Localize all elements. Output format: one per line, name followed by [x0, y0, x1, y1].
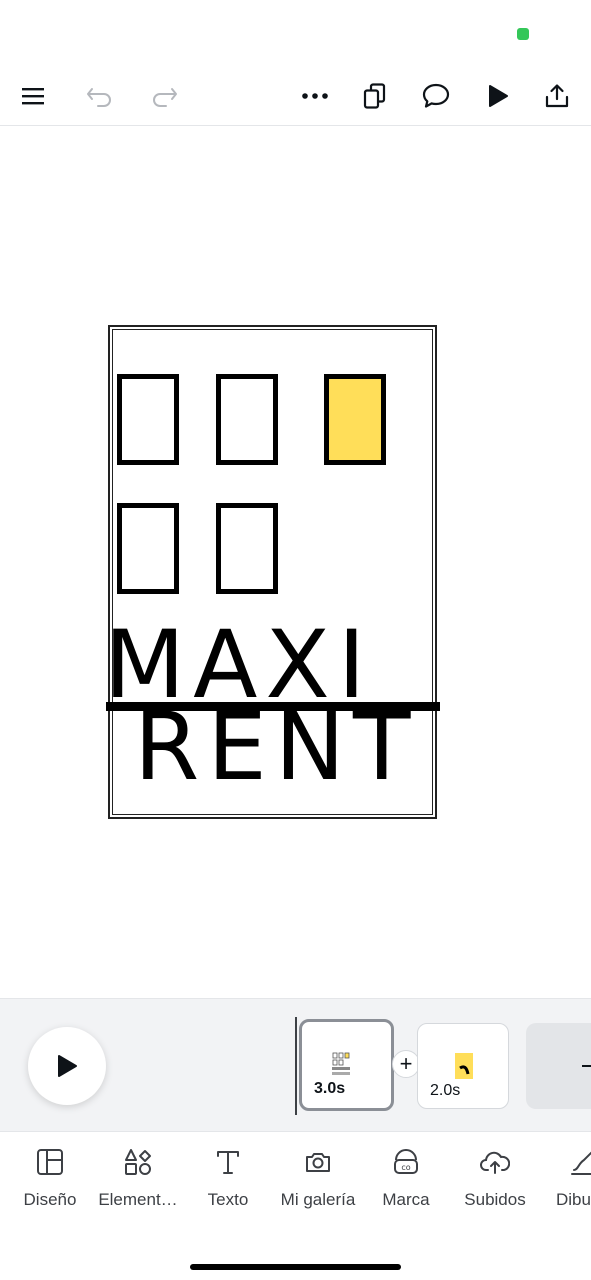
elements-icon	[125, 1149, 151, 1175]
timeline-clip-1[interactable]: 3.0s	[299, 1019, 394, 1111]
nav-item-mi-galeria[interactable]: Mi galería	[276, 1148, 360, 1220]
add-clip-label: +	[399, 1051, 413, 1076]
nav-label: Dibu	[556, 1190, 591, 1209]
timeline-playhead[interactable]	[295, 1017, 297, 1115]
svg-text:co: co	[401, 1163, 410, 1172]
building-window[interactable]	[216, 503, 278, 594]
pages-duplicate-icon[interactable]	[353, 74, 397, 118]
building-window[interactable]	[117, 374, 179, 465]
more-options-icon[interactable]	[293, 74, 337, 118]
nav-item-marca[interactable]: co Marca	[376, 1148, 436, 1220]
building-window[interactable]	[216, 374, 278, 465]
nav-label: Subidos	[464, 1190, 526, 1209]
design-page[interactable]: MAXI RENT	[104, 325, 440, 819]
nav-item-subidos[interactable]: Subidos	[460, 1148, 530, 1220]
comment-icon[interactable]	[414, 74, 458, 118]
nav-label: Marca	[382, 1190, 430, 1209]
clip-thumbnail	[332, 1052, 350, 1075]
redo-icon[interactable]	[142, 74, 186, 118]
bottom-nav: Diseño Element… Texto Mi galería co Marc…	[0, 1131, 591, 1280]
nav-label: Texto	[207, 1190, 249, 1209]
plus-icon	[582, 1065, 591, 1067]
share-icon[interactable]	[535, 74, 579, 118]
nav-label: Element…	[98, 1190, 178, 1209]
battery-indicator-icon	[517, 28, 529, 40]
building-window-lit[interactable]	[324, 374, 386, 465]
play-icon[interactable]	[476, 74, 520, 118]
nav-label: Mi galería	[280, 1190, 356, 1209]
nav-item-elementos[interactable]: Element…	[95, 1148, 181, 1220]
editor-toolbar	[0, 64, 591, 126]
add-page-tile[interactable]	[526, 1023, 591, 1109]
nav-item-dibujo[interactable]: Dibu	[556, 1148, 591, 1220]
status-bar	[0, 0, 591, 64]
building-window[interactable]	[117, 503, 179, 594]
clip-duration: 3.0s	[314, 1080, 346, 1097]
clip-duration: 2.0s	[430, 1082, 461, 1099]
design-canvas[interactable]: MAXI RENT	[0, 127, 591, 997]
play-icon	[58, 1055, 77, 1077]
hamburger-menu-icon[interactable]	[11, 74, 55, 118]
text-icon	[217, 1151, 239, 1174]
undo-icon[interactable]	[78, 74, 122, 118]
nav-item-texto[interactable]: Texto	[198, 1148, 258, 1220]
clip-thumbnail	[455, 1053, 473, 1079]
nav-label: Diseño	[23, 1190, 77, 1209]
nav-item-diseno[interactable]: Diseño	[20, 1148, 80, 1220]
home-indicator	[190, 1264, 401, 1270]
timeline-play-button[interactable]	[28, 1027, 106, 1105]
brand-text-rent[interactable]: RENT	[134, 701, 434, 795]
timeline-panel: 3.0s + 2.0s	[0, 998, 591, 1131]
brand-icon: co	[394, 1149, 418, 1174]
layout-icon	[37, 1149, 63, 1175]
camera-icon	[306, 1153, 330, 1172]
draw-icon	[571, 1151, 591, 1175]
timeline-clip-2[interactable]: 2.0s	[417, 1023, 509, 1109]
add-clip-button[interactable]: +	[392, 1050, 420, 1078]
upload-cloud-icon	[480, 1151, 510, 1174]
